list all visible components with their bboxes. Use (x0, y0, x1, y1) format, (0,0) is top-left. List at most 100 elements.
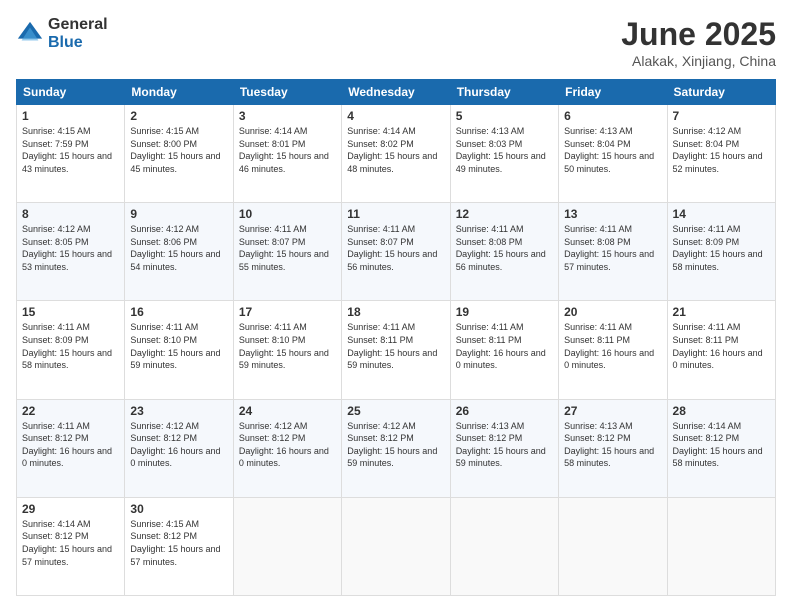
title-block: June 2025 Alakak, Xinjiang, China (621, 16, 776, 69)
day-number: 26 (456, 404, 553, 418)
cell-text: Sunrise: 4:12 AMSunset: 8:12 PMDaylight:… (130, 421, 220, 469)
calendar-cell: 16 Sunrise: 4:11 AMSunset: 8:10 PMDayligh… (125, 301, 233, 399)
calendar-cell: 15 Sunrise: 4:11 AMSunset: 8:09 PMDayligh… (17, 301, 125, 399)
cell-text: Sunrise: 4:11 AMSunset: 8:07 PMDaylight:… (239, 224, 329, 272)
day-number: 5 (456, 109, 553, 123)
day-number: 14 (673, 207, 770, 221)
cell-text: Sunrise: 4:13 AMSunset: 8:04 PMDaylight:… (564, 126, 654, 174)
calendar-cell: 8 Sunrise: 4:12 AMSunset: 8:05 PMDaylight… (17, 203, 125, 301)
cell-text: Sunrise: 4:11 AMSunset: 8:11 PMDaylight:… (673, 322, 763, 370)
day-number: 18 (347, 305, 444, 319)
day-number: 13 (564, 207, 661, 221)
day-number: 30 (130, 502, 227, 516)
calendar-cell: 24Sunrise: 4:12 AMSunset: 8:12 PMDayligh… (233, 399, 341, 497)
calendar-cell: 9 Sunrise: 4:12 AMSunset: 8:06 PMDaylight… (125, 203, 233, 301)
calendar-week-row: 8 Sunrise: 4:12 AMSunset: 8:05 PMDaylight… (17, 203, 776, 301)
cell-text: Sunrise: 4:12 AMSunset: 8:04 PMDaylight:… (673, 126, 763, 174)
calendar-cell: 7 Sunrise: 4:12 AMSunset: 8:04 PMDaylight… (667, 105, 775, 203)
calendar-cell: 13Sunrise: 4:11 AMSunset: 8:08 PMDayligh… (559, 203, 667, 301)
col-tuesday: Tuesday (233, 80, 341, 105)
cell-text: Sunrise: 4:11 AMSunset: 8:08 PMDaylight:… (456, 224, 546, 272)
day-number: 7 (673, 109, 770, 123)
calendar-cell: 1 Sunrise: 4:15 AMSunset: 7:59 PMDaylight… (17, 105, 125, 203)
cell-text: Sunrise: 4:11 AMSunset: 8:09 PMDaylight:… (22, 322, 112, 370)
day-number: 1 (22, 109, 119, 123)
header: General Blue June 2025 Alakak, Xinjiang,… (16, 16, 776, 69)
logo-general: General (48, 16, 108, 34)
day-number: 23 (130, 404, 227, 418)
cell-text: Sunrise: 4:11 AMSunset: 8:09 PMDaylight:… (673, 224, 763, 272)
cell-text: Sunrise: 4:12 AMSunset: 8:06 PMDaylight:… (130, 224, 220, 272)
calendar-cell: 20Sunrise: 4:11 AMSunset: 8:11 PMDayligh… (559, 301, 667, 399)
cell-text: Sunrise: 4:14 AMSunset: 8:12 PMDaylight:… (673, 421, 763, 469)
day-number: 3 (239, 109, 336, 123)
day-number: 24 (239, 404, 336, 418)
calendar-cell: 4Sunrise: 4:14 AMSunset: 8:02 PMDaylight… (342, 105, 450, 203)
day-number: 4 (347, 109, 444, 123)
calendar-cell: 6 Sunrise: 4:13 AMSunset: 8:04 PMDaylight… (559, 105, 667, 203)
cell-text: Sunrise: 4:12 AMSunset: 8:12 PMDaylight:… (347, 421, 437, 469)
cell-text: Sunrise: 4:11 AMSunset: 8:11 PMDaylight:… (456, 322, 546, 370)
calendar-cell: 27 Sunrise: 4:13 AMSunset: 8:12 PMDayligh… (559, 399, 667, 497)
cell-text: Sunrise: 4:13 AMSunset: 8:12 PMDaylight:… (564, 421, 654, 469)
calendar-cell (233, 497, 341, 595)
day-number: 29 (22, 502, 119, 516)
calendar-week-row: 22Sunrise: 4:11 AMSunset: 8:12 PMDayligh… (17, 399, 776, 497)
day-number: 12 (456, 207, 553, 221)
col-friday: Friday (559, 80, 667, 105)
day-number: 20 (564, 305, 661, 319)
cell-text: Sunrise: 4:11 AMSunset: 8:10 PMDaylight:… (130, 322, 220, 370)
col-thursday: Thursday (450, 80, 558, 105)
calendar-cell: 19 Sunrise: 4:11 AMSunset: 8:11 PMDayligh… (450, 301, 558, 399)
calendar-cell: 23 Sunrise: 4:12 AMSunset: 8:12 PMDayligh… (125, 399, 233, 497)
calendar-cell: 2 Sunrise: 4:15 AMSunset: 8:00 PMDaylight… (125, 105, 233, 203)
calendar-cell: 30 Sunrise: 4:15 AMSunset: 8:12 PMDayligh… (125, 497, 233, 595)
calendar-week-row: 15 Sunrise: 4:11 AMSunset: 8:09 PMDayligh… (17, 301, 776, 399)
cell-text: Sunrise: 4:15 AMSunset: 8:00 PMDaylight:… (130, 126, 220, 174)
cell-text: Sunrise: 4:11 AMSunset: 8:12 PMDaylight:… (22, 421, 112, 469)
cell-text: Sunrise: 4:11 AMSunset: 8:11 PMDaylight:… (347, 322, 437, 370)
day-number: 8 (22, 207, 119, 221)
page: General Blue June 2025 Alakak, Xinjiang,… (0, 0, 792, 612)
calendar-week-row: 29 Sunrise: 4:14 AMSunset: 8:12 PMDayligh… (17, 497, 776, 595)
col-monday: Monday (125, 80, 233, 105)
cell-text: Sunrise: 4:15 AMSunset: 7:59 PMDaylight:… (22, 126, 112, 174)
calendar-cell (450, 497, 558, 595)
calendar-cell (667, 497, 775, 595)
calendar-cell: 17 Sunrise: 4:11 AMSunset: 8:10 PMDayligh… (233, 301, 341, 399)
day-number: 6 (564, 109, 661, 123)
col-saturday: Saturday (667, 80, 775, 105)
day-number: 21 (673, 305, 770, 319)
cell-text: Sunrise: 4:11 AMSunset: 8:10 PMDaylight:… (239, 322, 329, 370)
calendar-cell (559, 497, 667, 595)
calendar-cell: 18 Sunrise: 4:11 AMSunset: 8:11 PMDayligh… (342, 301, 450, 399)
day-number: 27 (564, 404, 661, 418)
cell-text: Sunrise: 4:13 AMSunset: 8:03 PMDaylight:… (456, 126, 546, 174)
calendar-cell: 5 Sunrise: 4:13 AMSunset: 8:03 PMDaylight… (450, 105, 558, 203)
day-number: 10 (239, 207, 336, 221)
day-number: 19 (456, 305, 553, 319)
title-month: June 2025 (621, 16, 776, 53)
day-number: 16 (130, 305, 227, 319)
day-number: 9 (130, 207, 227, 221)
cell-text: Sunrise: 4:14 AMSunset: 8:12 PMDaylight:… (22, 519, 112, 567)
logo-text: General Blue (48, 16, 108, 51)
logo-blue: Blue (48, 34, 108, 52)
calendar-cell: 10 Sunrise: 4:11 AMSunset: 8:07 PMDayligh… (233, 203, 341, 301)
calendar-cell: 28Sunrise: 4:14 AMSunset: 8:12 PMDayligh… (667, 399, 775, 497)
day-number: 2 (130, 109, 227, 123)
calendar-cell: 14 Sunrise: 4:11 AMSunset: 8:09 PMDayligh… (667, 203, 775, 301)
calendar-cell: 21 Sunrise: 4:11 AMSunset: 8:11 PMDayligh… (667, 301, 775, 399)
cell-text: Sunrise: 4:15 AMSunset: 8:12 PMDaylight:… (130, 519, 220, 567)
logo-icon (16, 20, 44, 48)
calendar-cell: 25Sunrise: 4:12 AMSunset: 8:12 PMDayligh… (342, 399, 450, 497)
calendar-cell: 26Sunrise: 4:13 AMSunset: 8:12 PMDayligh… (450, 399, 558, 497)
cell-text: Sunrise: 4:14 AMSunset: 8:01 PMDaylight:… (239, 126, 329, 174)
col-sunday: Sunday (17, 80, 125, 105)
calendar-cell: 22Sunrise: 4:11 AMSunset: 8:12 PMDayligh… (17, 399, 125, 497)
cell-text: Sunrise: 4:12 AMSunset: 8:05 PMDaylight:… (22, 224, 112, 272)
calendar-week-row: 1 Sunrise: 4:15 AMSunset: 7:59 PMDaylight… (17, 105, 776, 203)
day-number: 17 (239, 305, 336, 319)
day-number: 15 (22, 305, 119, 319)
day-number: 11 (347, 207, 444, 221)
